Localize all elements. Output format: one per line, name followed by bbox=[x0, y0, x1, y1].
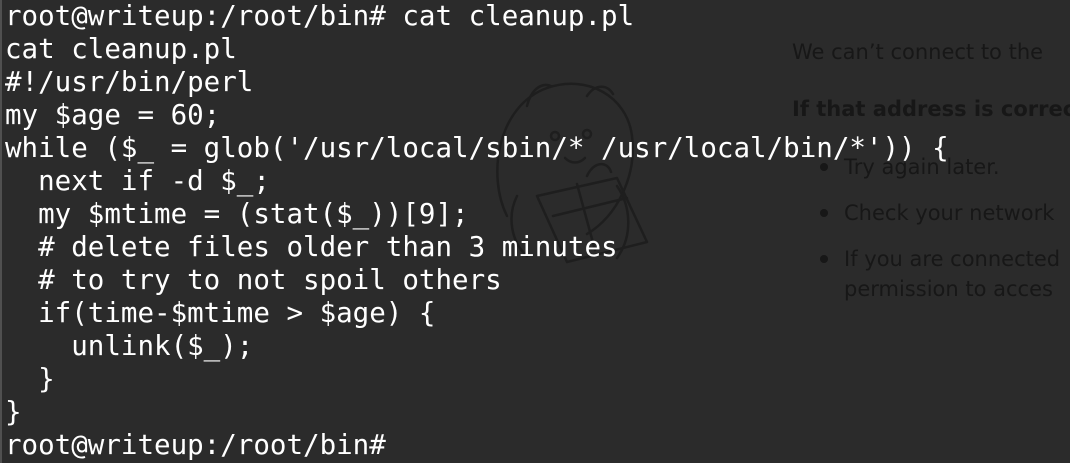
terminal-line: cat cleanup.pl bbox=[5, 33, 237, 65]
terminal-prompt-line[interactable]: root@writeup:/root/bin# bbox=[5, 429, 949, 462]
terminal-line: } bbox=[5, 363, 55, 395]
terminal-line: my $mtime = (stat($_))[9]; bbox=[5, 198, 469, 230]
terminal-output[interactable]: root@writeup:/root/bin# cat cleanup.pl ca… bbox=[5, 0, 949, 462]
terminal-line: #!/usr/bin/perl bbox=[5, 66, 254, 98]
terminal-prompt-line: root@writeup:/root/bin# cat cleanup.pl bbox=[5, 0, 635, 32]
terminal-line: # delete files older than 3 minutes bbox=[5, 231, 618, 263]
terminal-line: if(time-$mtime > $age) { bbox=[5, 297, 436, 329]
terminal-line: next if -d $_; bbox=[5, 165, 270, 197]
terminal-line: # to try to not spoil others bbox=[5, 264, 502, 296]
terminal-line: } bbox=[5, 396, 22, 428]
terminal-line: unlink($_); bbox=[5, 330, 254, 362]
terminal-line: while ($_ = glob('/usr/local/sbin/* /usr… bbox=[5, 132, 949, 164]
terminal-line: my $age = 60; bbox=[5, 99, 221, 131]
screen: We can’t connect to the If that address … bbox=[0, 0, 1070, 463]
